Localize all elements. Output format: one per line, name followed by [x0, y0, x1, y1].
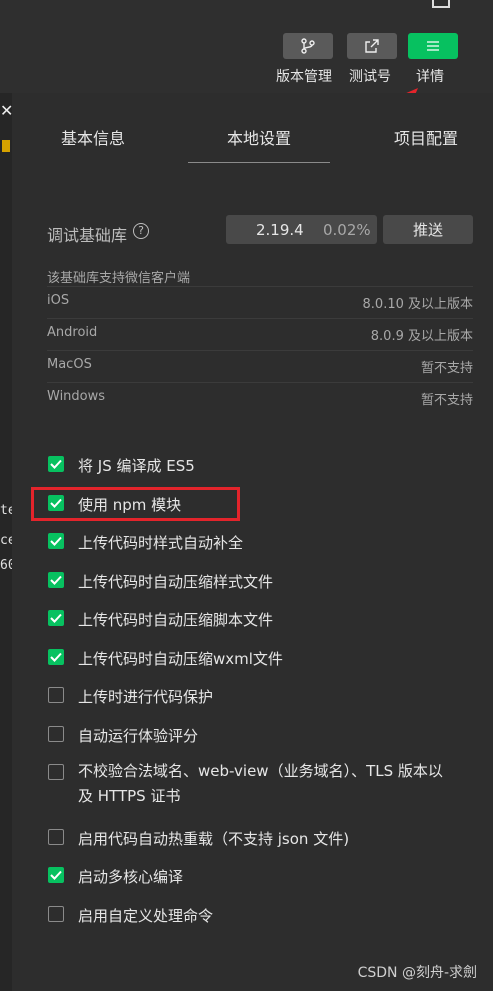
- option-checkbox[interactable]: [48, 687, 64, 703]
- tab-local-settings[interactable]: 本地设置: [227, 125, 291, 149]
- option-label: 上传代码时样式自动补全: [78, 534, 244, 552]
- platform-value: 暂不支持: [420, 361, 473, 376]
- platform-value: 暂不支持: [420, 393, 473, 408]
- active-tab-indicator: [188, 162, 330, 163]
- option-row[interactable]: 启用自定义处理命令: [48, 904, 213, 929]
- platform-name: MacOS: [47, 357, 92, 372]
- option-label: 上传代码时自动压缩wxml文件: [78, 650, 283, 668]
- details-label: 详情: [416, 69, 444, 85]
- divider: [47, 318, 473, 319]
- option-label: 上传代码时自动压缩脚本文件: [78, 611, 274, 629]
- option-checkbox[interactable]: [48, 533, 64, 549]
- branch-icon: [301, 38, 315, 54]
- option-row[interactable]: 上传代码时自动压缩wxml文件: [48, 647, 283, 672]
- push-button[interactable]: 推送: [383, 215, 473, 244]
- base-library-percent: 0.02%: [323, 221, 371, 239]
- option-row[interactable]: 不校验合法域名、web-view（业务域名）、TLS 版本以及 HTTPS 证书: [48, 762, 453, 809]
- option-checkbox[interactable]: [48, 649, 64, 665]
- checkmark-icon: [50, 652, 62, 662]
- platform-value: 8.0.10 及以上版本: [362, 297, 473, 312]
- option-label: 启动多核心编译: [78, 868, 184, 886]
- menu-icon: [427, 41, 439, 51]
- platform-name: Android: [47, 325, 98, 340]
- option-row[interactable]: 上传代码时自动压缩样式文件: [48, 570, 273, 595]
- platform-name: Windows: [47, 389, 106, 404]
- platform-row-android: Android 8.0.9 及以上版本: [47, 325, 473, 345]
- option-row[interactable]: 上传时进行代码保护: [48, 685, 213, 710]
- support-note: 该基础库支持微信客户端: [47, 271, 191, 286]
- option-label: 启用代码自动热重载（不支持 json 文件): [78, 830, 350, 848]
- external-link-icon: [365, 39, 379, 53]
- option-label: 自动运行体验评分: [78, 727, 199, 745]
- option-label: 上传时进行代码保护: [78, 688, 214, 706]
- tab-project-config[interactable]: 项目配置: [394, 125, 458, 149]
- top-toolbar: 版本管理 测试号 详情: [0, 0, 493, 143]
- watermark: CSDN @刻舟-求劍: [357, 965, 477, 981]
- option-checkbox[interactable]: [48, 764, 64, 780]
- option-label: 上传代码时自动压缩样式文件: [78, 573, 274, 591]
- base-library-label: 调试基础库: [47, 226, 128, 245]
- option-row[interactable]: 上传代码时自动压缩脚本文件: [48, 608, 273, 633]
- checkmark-icon: [50, 536, 62, 546]
- base-library-version: 2.19.4: [256, 221, 304, 239]
- option-row[interactable]: 上传代码时样式自动补全: [48, 531, 243, 556]
- version-control-button[interactable]: [283, 33, 333, 59]
- option-row[interactable]: 启动多核心编译: [48, 865, 183, 890]
- details-button[interactable]: [408, 33, 458, 59]
- option-row[interactable]: 自动运行体验评分: [48, 724, 198, 749]
- option-checkbox[interactable]: [48, 572, 64, 588]
- test-account-label: 测试号: [349, 69, 391, 85]
- option-checkbox[interactable]: [48, 610, 64, 626]
- option-label: 启用自定义处理命令: [78, 907, 214, 925]
- option-row[interactable]: 将 JS 编译成 ES5: [48, 454, 195, 479]
- option-checkbox[interactable]: [48, 906, 64, 922]
- option-label: 不校验合法域名、web-view（业务域名）、TLS 版本以及 HTTPS 证书: [78, 762, 443, 805]
- platform-name: iOS: [47, 293, 70, 308]
- option-checkbox[interactable]: [48, 867, 64, 883]
- divider: [47, 286, 473, 287]
- option-checkbox[interactable]: [48, 456, 64, 472]
- version-control-label: 版本管理: [276, 69, 332, 85]
- tab-basic-info[interactable]: 基本信息: [61, 125, 125, 149]
- platform-row-ios: iOS 8.0.10 及以上版本: [47, 293, 473, 313]
- checkmark-icon: [50, 613, 62, 623]
- highlight-box: [31, 487, 240, 521]
- platform-row-macos: MacOS 暂不支持: [47, 357, 473, 377]
- divider: [47, 350, 473, 351]
- platform-row-windows: Windows 暂不支持: [47, 389, 473, 409]
- divider: [47, 382, 473, 383]
- warning-mark: [2, 140, 10, 152]
- test-account-button[interactable]: [347, 33, 397, 59]
- checkmark-icon: [50, 459, 62, 469]
- checkmark-icon: [50, 575, 62, 585]
- platform-value: 8.0.9 及以上版本: [370, 329, 473, 344]
- option-checkbox[interactable]: [48, 829, 64, 845]
- checkmark-icon: [50, 870, 62, 880]
- maximize-window-icon[interactable]: [432, 0, 450, 8]
- option-checkbox[interactable]: [48, 726, 64, 742]
- help-icon[interactable]: ?: [133, 223, 149, 239]
- option-row[interactable]: 启用代码自动热重载（不支持 json 文件): [48, 827, 349, 852]
- option-label: 将 JS 编译成 ES5: [78, 457, 195, 475]
